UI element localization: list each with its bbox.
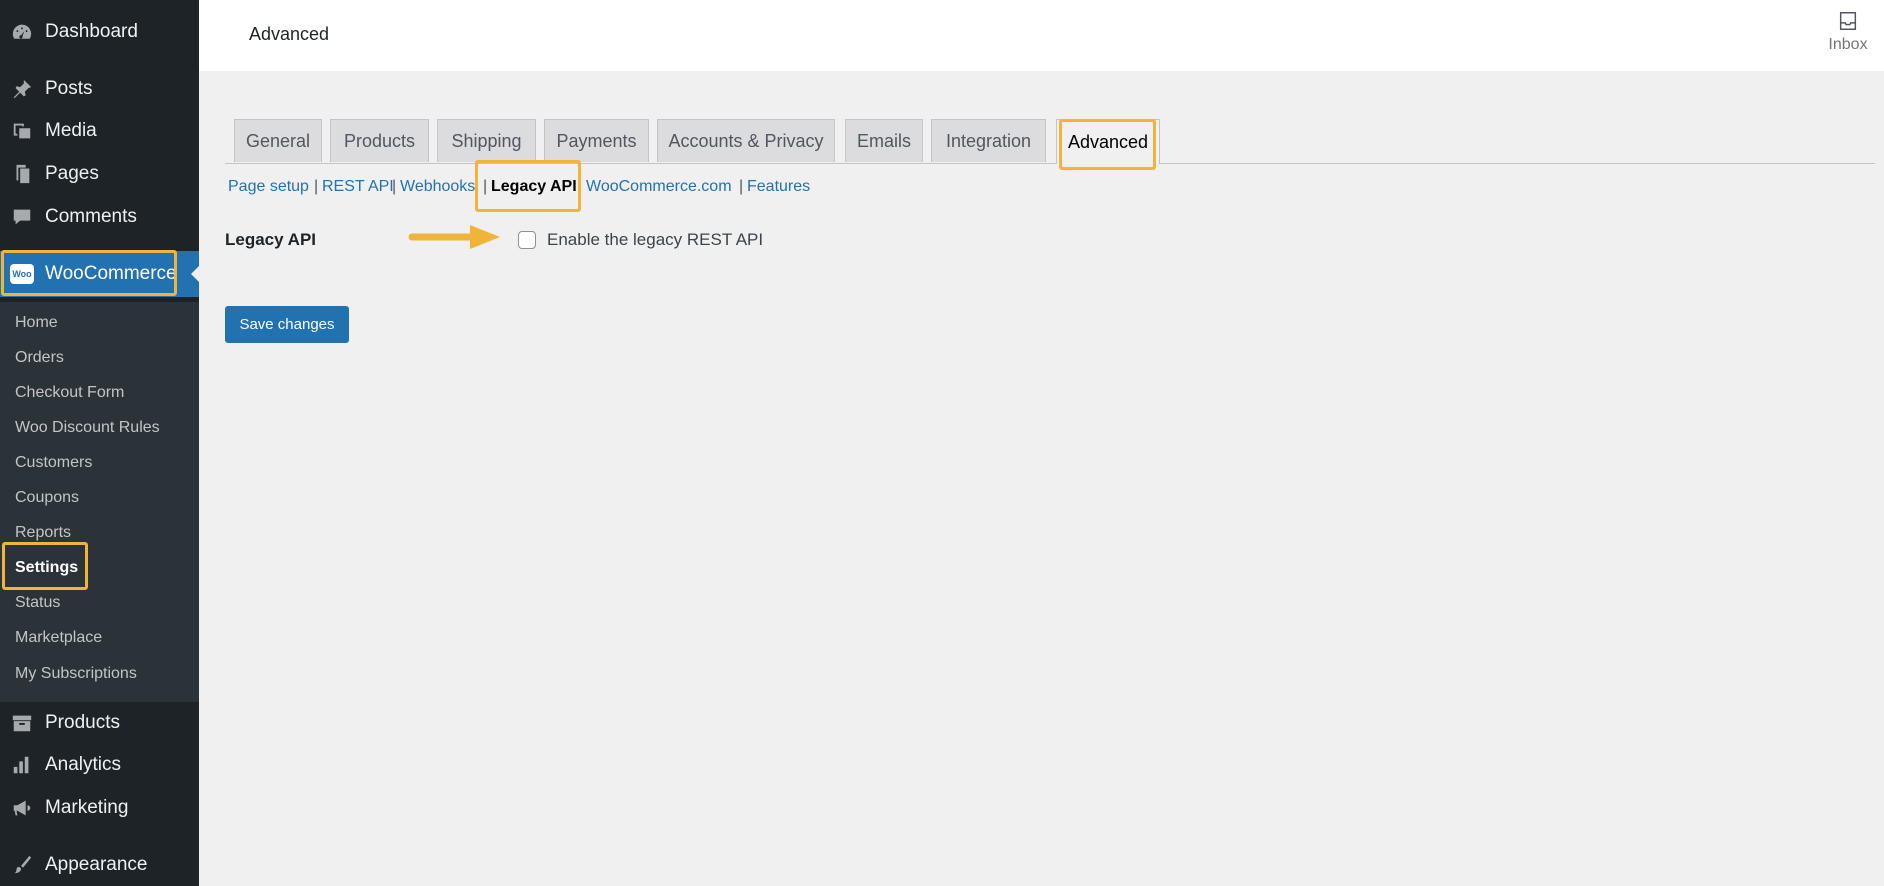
top-header-bar: Advanced Inbox <box>199 0 1884 71</box>
legacy-api-field-label: Legacy API <box>225 230 317 249</box>
menu-label: Comments <box>45 206 137 227</box>
tab-products[interactable]: Products <box>330 119 429 162</box>
menu-item-woocommerce[interactable]: Woo WooCommerce <box>0 251 199 297</box>
subnav-separator: | <box>483 178 488 195</box>
brush-icon <box>10 853 34 877</box>
archive-icon <box>10 711 34 735</box>
subnav-rest-api[interactable]: REST API <box>322 178 394 196</box>
annotation-arrow-icon <box>408 225 500 249</box>
media-icon <box>10 119 34 143</box>
menu-label: Dashboard <box>45 21 138 42</box>
woocommerce-submenu: Home Orders Checkout Form Woo Discount R… <box>0 302 199 702</box>
menu-label: Products <box>45 712 120 733</box>
menu-item-comments[interactable]: Comments <box>0 197 199 237</box>
bar-chart-icon <box>10 753 34 777</box>
subnav-separator: | <box>392 178 397 195</box>
admin-sidebar: Dashboard Posts Media Pages Comments Woo… <box>0 0 202 886</box>
menu-item-posts[interactable]: Posts <box>0 69 199 109</box>
submenu-item-customers[interactable]: Customers <box>15 454 92 472</box>
submenu-item-marketplace[interactable]: Marketplace <box>15 629 102 647</box>
woo-logo-icon: Woo <box>10 262 34 286</box>
pushpin-icon <box>10 77 34 101</box>
submenu-item-home[interactable]: Home <box>15 314 58 332</box>
dashboard-icon <box>10 20 34 44</box>
submenu-item-my-subscriptions[interactable]: My Subscriptions <box>15 665 137 683</box>
menu-item-media[interactable]: Media <box>0 111 199 151</box>
subnav-webhooks[interactable]: Webhooks <box>400 178 475 196</box>
enable-legacy-api-label[interactable]: Enable the legacy REST API <box>547 230 763 250</box>
submenu-item-status[interactable]: Status <box>15 594 60 612</box>
current-menu-pointer <box>191 263 202 285</box>
megaphone-icon <box>10 796 34 820</box>
tab-shipping[interactable]: Shipping <box>437 119 536 162</box>
tab-general[interactable]: General <box>234 119 322 162</box>
inbox-button[interactable]: Inbox <box>1826 10 1870 54</box>
submenu-item-checkout-form[interactable]: Checkout Form <box>15 384 124 402</box>
submenu-item-orders[interactable]: Orders <box>15 349 64 367</box>
subnav-woocommerce-com[interactable]: WooCommerce.com <box>586 178 732 196</box>
subnav-separator: | <box>739 178 744 195</box>
submenu-item-coupons[interactable]: Coupons <box>15 489 79 507</box>
save-changes-button[interactable]: Save changes <box>225 306 349 343</box>
menu-label: Marketing <box>45 797 129 818</box>
tab-accounts-privacy[interactable]: Accounts & Privacy <box>657 119 835 162</box>
submenu-item-reports[interactable]: Reports <box>15 524 71 542</box>
tab-advanced[interactable]: Advanced <box>1056 119 1160 164</box>
menu-item-dashboard[interactable]: Dashboard <box>0 12 199 52</box>
submenu-item-woo-discount-rules[interactable]: Woo Discount Rules <box>15 419 160 437</box>
menu-label: Posts <box>45 78 93 99</box>
tab-payments[interactable]: Payments <box>544 119 649 162</box>
menu-item-analytics[interactable]: Analytics <box>0 745 199 785</box>
subnav-separator: | <box>314 178 319 195</box>
subnav-features[interactable]: Features <box>747 178 810 196</box>
inbox-label: Inbox <box>1828 36 1868 53</box>
tab-emails[interactable]: Emails <box>845 119 923 162</box>
menu-item-products[interactable]: Products <box>0 703 199 743</box>
menu-label: Pages <box>45 163 99 184</box>
menu-item-marketing[interactable]: Marketing <box>0 788 199 828</box>
menu-label: Analytics <box>45 754 122 775</box>
pages-icon <box>10 162 34 186</box>
subnav-page-setup[interactable]: Page setup <box>228 178 309 196</box>
submenu-item-settings[interactable]: Settings <box>15 559 78 577</box>
comment-icon <box>10 205 34 229</box>
menu-label: WooCommerce <box>45 263 177 284</box>
menu-label: Appearance <box>45 854 148 875</box>
subnav-legacy-api[interactable]: Legacy API <box>491 178 577 196</box>
page-title: Advanced <box>249 24 330 44</box>
menu-label: Media <box>45 120 97 141</box>
menu-item-pages[interactable]: Pages <box>0 154 199 194</box>
enable-legacy-api-checkbox[interactable] <box>518 231 536 249</box>
menu-item-appearance[interactable]: Appearance <box>0 845 199 885</box>
inbox-icon <box>1839 12 1857 30</box>
tab-integration[interactable]: Integration <box>931 119 1046 162</box>
settings-tabs: General Products Shipping Payments Accou… <box>225 119 1875 164</box>
subnav-separator: | <box>578 178 583 195</box>
